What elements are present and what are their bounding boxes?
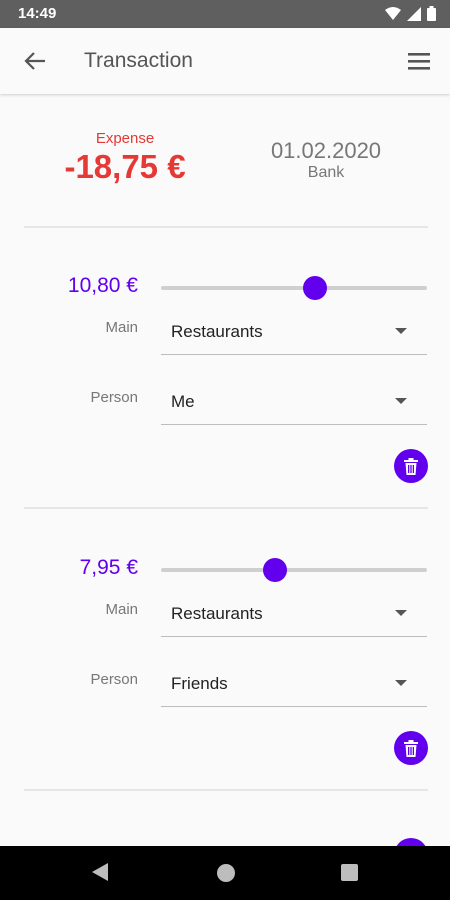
main-category-dropdown[interactable]: Restaurants [161, 586, 427, 637]
trash-icon [404, 457, 418, 475]
wifi-icon [385, 6, 401, 20]
split-item: 7,95 € Main Restaurants Person Friends [0, 522, 450, 804]
split-amount: 7,95 € [79, 556, 138, 579]
dropdown-arrow-icon [395, 610, 407, 616]
person-dropdown[interactable]: Me [161, 374, 427, 425]
main-category-dropdown[interactable]: Restaurants [161, 304, 427, 355]
status-time: 14:49 [18, 5, 57, 22]
trash-icon [404, 739, 418, 757]
transaction-summary: Expense -18,75 € 01.02.2020 Bank [0, 94, 450, 224]
transaction-type-label: Expense [95, 130, 155, 147]
arrow-back-icon[interactable] [20, 46, 50, 76]
slider-thumb[interactable] [303, 276, 328, 300]
slider-thumb[interactable] [263, 558, 288, 582]
page-title: Transaction [84, 49, 193, 72]
dropdown-arrow-icon [395, 398, 407, 404]
dropdown-arrow-icon [395, 680, 407, 686]
divider [24, 789, 428, 791]
dropdown-arrow-icon [395, 328, 407, 334]
person-label: Person [90, 389, 138, 406]
battery-icon [427, 6, 436, 21]
app-bar: Transaction [0, 28, 450, 94]
main-label: Main [105, 319, 138, 336]
person-value: Me [171, 392, 195, 411]
transaction-date[interactable]: 01.02.2020 [226, 138, 426, 164]
hamburger-menu-icon[interactable] [406, 48, 432, 74]
system-nav-bar [0, 846, 450, 900]
split-amount: 10,80 € [67, 274, 138, 297]
person-dropdown[interactable]: Friends [161, 656, 427, 707]
status-icons [385, 6, 436, 21]
nav-back-icon[interactable] [92, 863, 108, 881]
main-category-value: Restaurants [171, 322, 263, 341]
status-bar: 14:49 [0, 0, 450, 28]
main-category-value: Restaurants [171, 604, 263, 623]
divider [24, 507, 428, 509]
delete-split-button[interactable] [394, 731, 428, 765]
transaction-account[interactable]: Bank [226, 164, 426, 182]
split-slider[interactable] [161, 558, 427, 582]
delete-split-button[interactable] [394, 449, 428, 483]
nav-home-icon[interactable] [217, 864, 235, 882]
split-item: 10,80 € Main Restaurants Person Me [0, 240, 450, 522]
transaction-amount: -18,75 € [64, 148, 186, 185]
person-label: Person [90, 671, 138, 688]
nav-recents-icon[interactable] [341, 864, 358, 881]
person-value: Friends [171, 674, 228, 693]
signal-icon [407, 6, 421, 21]
main-label: Main [105, 601, 138, 618]
divider [24, 226, 428, 228]
split-slider[interactable] [161, 276, 427, 300]
